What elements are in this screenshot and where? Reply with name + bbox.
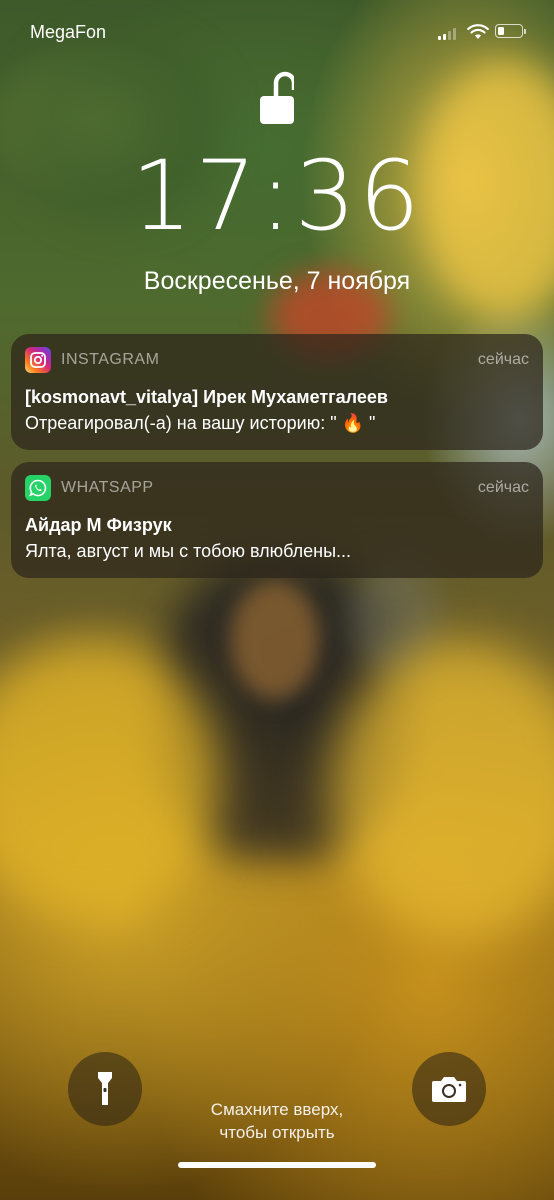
lock-screen-date: Воскресенье, 7 ноября <box>143 267 411 295</box>
notification-title: Айдар М Физрук <box>25 515 172 535</box>
swipe-up-hint: Смахните вверх, чтобы открыть <box>0 1098 554 1144</box>
home-indicator[interactable] <box>178 1162 376 1168</box>
notification-body: Ялта, август и мы с тобою влюблены... <box>25 541 352 561</box>
signal-strength-icon <box>438 28 456 40</box>
notification-time: сейчас <box>477 351 529 368</box>
wifi-icon <box>467 24 489 39</box>
instagram-icon <box>25 347 51 373</box>
unlocked-padlock-icon <box>260 71 294 124</box>
lock-screen-time: 17:36 <box>131 140 423 252</box>
notification-app-name: INSTAGRAM <box>61 351 160 368</box>
whatsapp-icon <box>25 475 51 501</box>
notification-instagram[interactable]: INSTAGRAM сейчас [kosmonavt_vitalya] Ире… <box>11 334 543 450</box>
notification-body: Отреагировал(-а) на вашу историю: " 🔥 " <box>25 413 376 433</box>
battery-icon <box>495 24 526 38</box>
notification-time: сейчас <box>477 479 529 496</box>
swipe-up-hint-line1: Смахните вверх, <box>210 1100 344 1119</box>
carrier-name: MegaFon <box>30 22 107 42</box>
notification-title: [kosmonavt_vitalya] Ирек Мухаметгалеев <box>25 387 388 407</box>
swipe-up-hint-line2: чтобы открыть <box>219 1123 335 1142</box>
notification-whatsapp[interactable]: WHATSAPP сейчас Айдар М Физрук Ялта, авг… <box>11 462 543 578</box>
status-bar: MegaFon <box>0 0 554 60</box>
notification-app-name: WHATSAPP <box>61 479 154 496</box>
